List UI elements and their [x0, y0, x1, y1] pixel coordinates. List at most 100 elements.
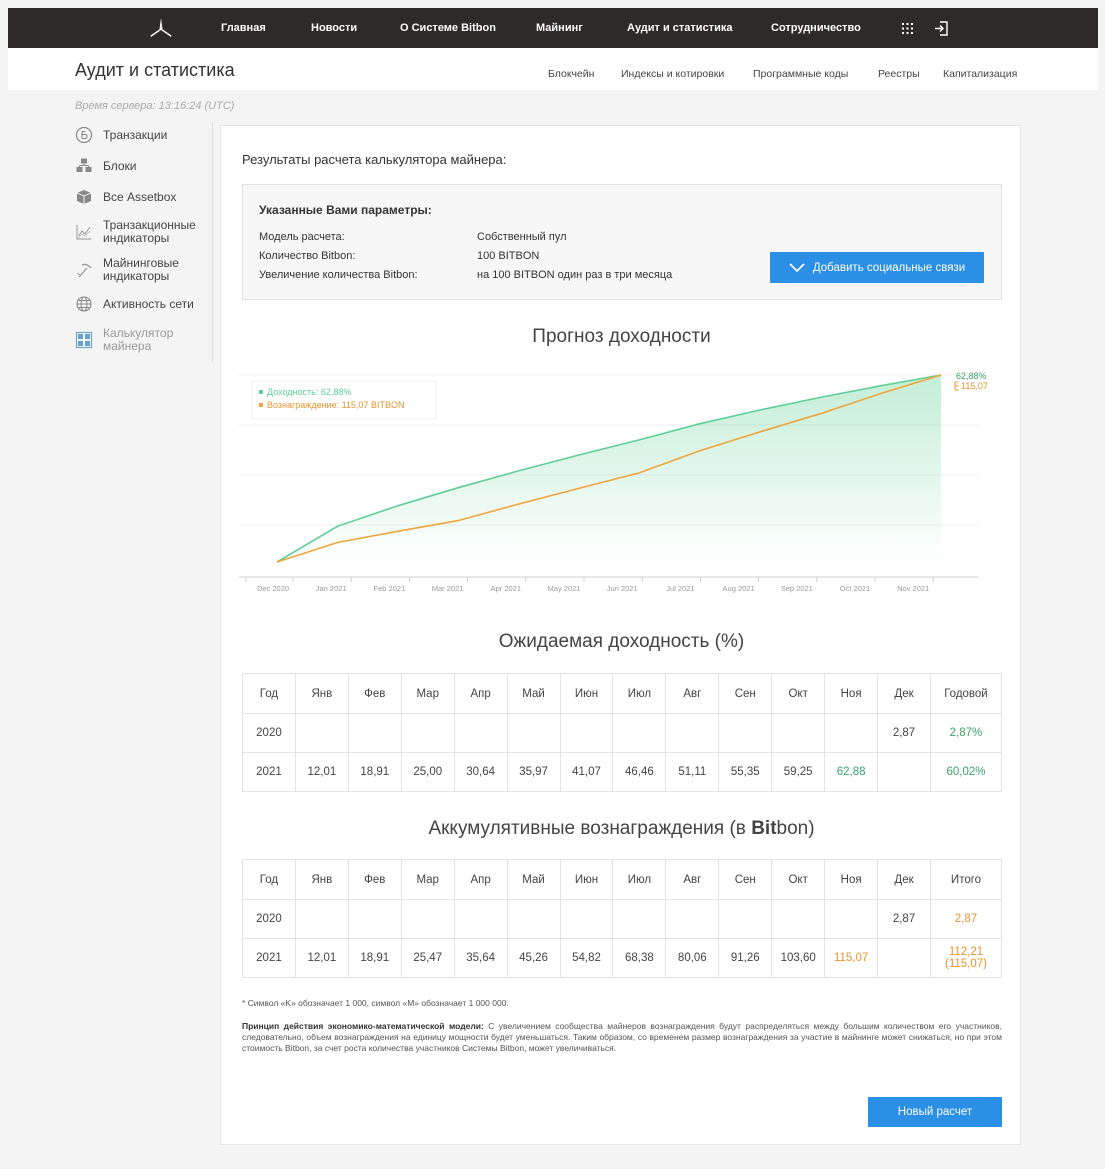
- end-label-reward: 115,07: [961, 381, 988, 391]
- table-cell: [665, 899, 720, 939]
- sidebar-item-transactions[interactable]: Транзакции: [75, 126, 167, 144]
- table-cell: 2,87: [877, 899, 931, 939]
- nav-mining[interactable]: Майнинг: [536, 8, 583, 48]
- section-header: Аудит и статистика Блокчейн Индексы и ко…: [8, 48, 1098, 90]
- table-cell: 62,88: [824, 752, 879, 792]
- x-tick-label: Jan 2021: [316, 584, 347, 593]
- column-header: Сен: [718, 673, 773, 714]
- column-header: Мар: [400, 859, 455, 900]
- subnav-blockchain[interactable]: Блокчейн: [548, 68, 594, 80]
- coin-icon: [75, 126, 93, 144]
- globe-icon: [76, 296, 92, 312]
- table-cell: 68,38: [612, 938, 667, 978]
- server-time: Время сервера: 13:16:24 (UTC): [75, 100, 235, 112]
- column-header: Окт: [771, 673, 826, 714]
- column-header: Окт: [771, 859, 826, 900]
- column-header: Мар: [400, 673, 455, 714]
- forecast-chart-title: Прогноз доходности: [532, 326, 711, 347]
- table-cell: 80,06: [665, 938, 720, 978]
- table-cell: 91,26: [718, 938, 773, 978]
- box-icon: [76, 190, 92, 204]
- table-header-row: Год Янв Фев Мар Апр Май Июн Июл Авг Сен Окт Ноя Дек Г…: [242, 673, 1003, 714]
- table-cell: [877, 752, 931, 792]
- nav-home[interactable]: Главная: [221, 8, 266, 48]
- subnav-capitalization[interactable]: Капитализация: [943, 68, 1017, 80]
- column-header: Ноя: [824, 859, 879, 900]
- subnav-indexes[interactable]: Индексы и котировки: [621, 68, 724, 80]
- footnote: * Символ «K» обозначает 1 000, символ «M…: [242, 998, 509, 1008]
- sidebar-item-miner-calculator[interactable]: Калькулятор майнера: [75, 327, 173, 353]
- subnav-program-codes[interactable]: Программные коды: [753, 68, 848, 80]
- grid-icon[interactable]: [902, 23, 913, 34]
- table-cell: [506, 713, 561, 753]
- param-label: Модель расчета:: [259, 231, 345, 243]
- table-cell: [612, 713, 667, 753]
- end-label-profit: 62,88%: [956, 371, 987, 381]
- new-calculation-button[interactable]: Новый расчет: [868, 1097, 1002, 1127]
- table-cell: 45,26: [506, 938, 561, 978]
- sidebar-item-mining-indicators[interactable]: Майнинговые индикаторы: [75, 257, 179, 283]
- table-cell: [877, 938, 931, 978]
- column-header: Июл: [612, 859, 667, 900]
- sidebar-item-all-assetbox[interactable]: Все Assetbox: [75, 188, 176, 206]
- table-cell: [718, 713, 773, 753]
- table-cell: [347, 713, 402, 753]
- chart-icon: [76, 225, 91, 240]
- calculator-icon: [75, 331, 93, 349]
- table-row: 2021 12,01 18,91 25,00 30,64 35,97 41,07 46,46 5…: [242, 752, 1003, 792]
- x-tick-label: Aug 2021: [723, 584, 755, 593]
- subnav-registries[interactable]: Реестры: [878, 68, 920, 80]
- column-header: Годовой: [929, 673, 1003, 714]
- table-cell: 25,00: [400, 752, 455, 792]
- sidebar-item-network-activity[interactable]: Активность сети: [75, 295, 194, 313]
- table-cell: 2,87: [877, 713, 931, 753]
- column-header: Янв: [294, 673, 349, 714]
- x-tick-label: Sep 2021: [781, 584, 813, 593]
- x-tick-label: Jul 2021: [666, 584, 694, 593]
- table-cell: 2021: [242, 752, 296, 792]
- cumulative-rewards-title: Аккумулятивные вознаграждения (в Bitbon): [428, 818, 815, 839]
- page-title: Аудит и статистика: [75, 60, 235, 80]
- column-header: Дек: [877, 859, 931, 900]
- expected-profit-title: Ожидаемая доходность (%): [498, 631, 745, 652]
- legend-swatch: [259, 403, 263, 407]
- login-icon[interactable]: [934, 21, 948, 36]
- table-cell: [612, 899, 667, 939]
- table-cell: 2,87%: [929, 713, 1003, 753]
- column-header: Апр: [453, 673, 508, 714]
- sidebar-item-transaction-indicators[interactable]: Транзакционные индикаторы: [75, 219, 196, 245]
- sidebar-item-blocks[interactable]: Блоки: [75, 157, 137, 175]
- x-tick-label: Apr 2021: [491, 584, 521, 593]
- table-cell: 12,01: [294, 938, 349, 978]
- column-header: Май: [506, 673, 561, 714]
- table-cell: [453, 899, 508, 939]
- nav-audit-statistics[interactable]: Аудит и статистика: [627, 8, 732, 48]
- column-header: Июл: [612, 673, 667, 714]
- table-cell: 60,02%: [929, 752, 1003, 792]
- table-cell: 25,47: [400, 938, 455, 978]
- bitbon-logo-icon[interactable]: [148, 16, 174, 40]
- nav-about-bitbon[interactable]: О Системе Bitbon: [400, 8, 496, 48]
- column-header: Авг: [665, 673, 720, 714]
- add-social-links-button[interactable]: Добавить социальные связи: [770, 252, 984, 283]
- model-principle: Принцип действия экономико-математическо…: [242, 1021, 1002, 1053]
- x-tick-label: Feb 2021: [374, 584, 406, 593]
- table-cell: 41,07: [559, 752, 614, 792]
- column-header: Июн: [559, 859, 614, 900]
- parameters-panel: Указанные Вами параметры: Модель расчета…: [242, 184, 1002, 300]
- table-cell: 55,35: [718, 752, 773, 792]
- table-cell: [665, 713, 720, 753]
- bitbon-currency-icon: [954, 381, 959, 391]
- table-cell: [771, 899, 826, 939]
- table-cell: 30,64: [453, 752, 508, 792]
- table-cell: 12,01: [294, 752, 349, 792]
- nav-cooperation[interactable]: Сотрудничество: [771, 8, 861, 48]
- table-cell: 103,60: [771, 938, 826, 978]
- nav-news[interactable]: Новости: [311, 8, 357, 48]
- cumulative-rewards-table: Год Янв Фев Мар Апр Май Июн Июл Авг Сен Окт Ноя Дек И…: [242, 859, 1003, 978]
- param-value: на 100 BITBON один раз в три месяца: [477, 269, 673, 281]
- table-cell: [718, 899, 773, 939]
- column-header: Год: [242, 859, 296, 900]
- table-cell: 18,91: [347, 752, 402, 792]
- column-header: Фев: [347, 859, 402, 900]
